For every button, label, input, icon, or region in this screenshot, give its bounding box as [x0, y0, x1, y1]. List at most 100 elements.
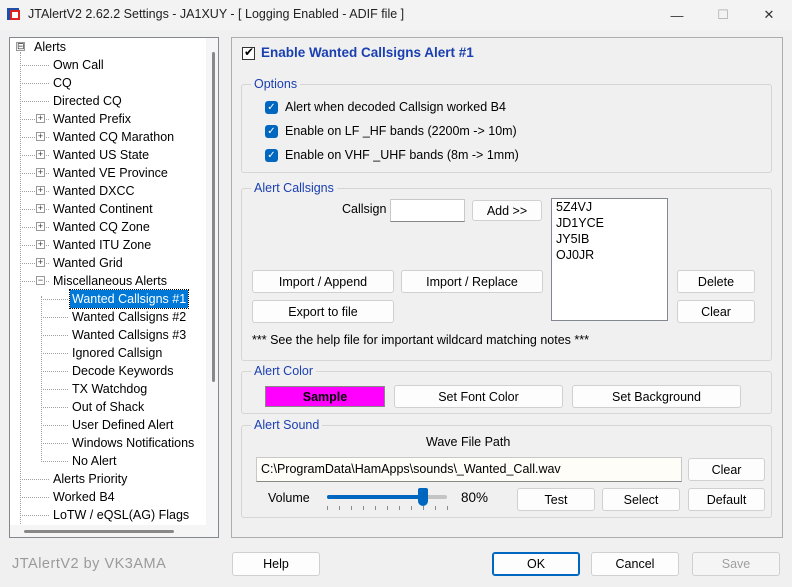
set-background-button[interactable]: Set Background: [572, 385, 741, 408]
tree-guide: [20, 515, 49, 516]
tree-guide: [41, 317, 68, 318]
tree-item[interactable]: CQ: [51, 74, 74, 92]
worked-b4-checkbox[interactable]: ✓: [265, 101, 278, 114]
minimize-button[interactable]: —: [654, 0, 700, 30]
settings-tree[interactable]: ⊟ Alerts Own Call CQ Directed CQ + Wanted Pref…: [9, 37, 219, 538]
tree-guide: [20, 83, 49, 84]
tree-item[interactable]: Own Call: [51, 56, 106, 74]
volume-label: Volume: [268, 491, 310, 505]
expand-icon[interactable]: +: [36, 222, 45, 231]
list-item[interactable]: 5Z4VJ: [552, 199, 667, 215]
volume-tick: [411, 506, 412, 510]
test-sound-button[interactable]: Test: [517, 488, 595, 511]
tree-item[interactable]: Wanted CQ Zone: [51, 218, 152, 236]
tree-vscrollbar[interactable]: [206, 38, 218, 537]
wildcard-note: *** See the help file for important wild…: [252, 333, 589, 347]
volume-tick: [375, 506, 376, 510]
tree-item[interactable]: No Alert: [70, 452, 118, 470]
wave-path-input[interactable]: C:\ProgramData\HamApps\sounds\_Wanted_Ca…: [256, 457, 682, 482]
list-item[interactable]: OJ0JR: [552, 247, 667, 263]
tree-item[interactable]: Wanted Continent: [51, 200, 155, 218]
tree-item[interactable]: Wanted ITU Zone: [51, 236, 153, 254]
tree-item[interactable]: Wanted Callsigns #1: [68, 289, 190, 309]
tree-vscroll-thumb[interactable]: [212, 52, 215, 382]
import-replace-button[interactable]: Import / Replace: [401, 270, 543, 293]
alert-color-title: Alert Color: [251, 364, 317, 378]
volume-slider[interactable]: [327, 488, 448, 512]
save-button[interactable]: Save: [692, 552, 780, 576]
collapse-icon[interactable]: ⊟: [16, 42, 25, 51]
tree-item[interactable]: Directed CQ: [51, 92, 124, 110]
volume-value: 80%: [461, 490, 489, 505]
app-icon: [7, 8, 20, 20]
expand-icon[interactable]: +: [36, 132, 45, 141]
tree-item[interactable]: Windows Notifications: [70, 434, 196, 452]
tree-item[interactable]: Wanted Grid: [51, 254, 125, 272]
window-title: JTAlertV2 2.62.2 Settings - JA1XUY - [ L…: [28, 7, 405, 21]
export-button[interactable]: Export to file: [252, 300, 394, 323]
tree-item[interactable]: Wanted DXCC: [51, 182, 137, 200]
tree-item[interactable]: User Defined Alert: [70, 416, 175, 434]
tree-item[interactable]: Wanted CQ Marathon: [51, 128, 176, 146]
maximize-button[interactable]: ☐: [700, 0, 746, 30]
default-sound-button[interactable]: Default: [688, 488, 765, 511]
tree-guide: [41, 389, 68, 390]
volume-tick: [423, 506, 424, 510]
list-item[interactable]: JY5IB: [552, 231, 667, 247]
help-button[interactable]: Help: [232, 552, 320, 576]
collapse-icon[interactable]: −: [36, 276, 45, 285]
lf-hf-checkbox[interactable]: ✓: [265, 125, 278, 138]
volume-tick: [339, 506, 340, 510]
set-font-color-button[interactable]: Set Font Color: [394, 385, 563, 408]
ok-button[interactable]: OK: [492, 552, 580, 576]
tree-item[interactable]: Worked B4: [51, 488, 117, 506]
expand-icon[interactable]: +: [36, 150, 45, 159]
tree-item[interactable]: Alerts Priority: [51, 470, 129, 488]
tree-hscroll-thumb[interactable]: [24, 530, 174, 533]
clear-list-button[interactable]: Clear: [677, 300, 755, 323]
tree-guide: [41, 296, 42, 462]
tree-item[interactable]: Wanted Callsigns #3: [70, 326, 188, 344]
tree-item[interactable]: Wanted VE Province: [51, 164, 170, 182]
expand-icon[interactable]: +: [36, 114, 45, 123]
tree-item[interactable]: Decode Keywords: [70, 362, 175, 380]
add-callsign-button[interactable]: Add >>: [472, 200, 542, 221]
expand-icon[interactable]: +: [36, 240, 45, 249]
vhf-uhf-checkbox[interactable]: ✓: [265, 149, 278, 162]
maximize-icon: ☐: [717, 7, 729, 22]
minimize-icon: —: [670, 7, 684, 23]
expand-icon[interactable]: +: [36, 204, 45, 213]
list-item[interactable]: JD1YCE: [552, 215, 667, 231]
clear-sound-button[interactable]: Clear: [688, 458, 765, 481]
delete-button[interactable]: Delete: [677, 270, 755, 293]
tree-item[interactable]: Wanted US State: [51, 146, 151, 164]
enable-alert-checkbox[interactable]: ✔: [242, 45, 255, 60]
select-sound-button[interactable]: Select: [602, 488, 680, 511]
expand-icon[interactable]: +: [36, 186, 45, 195]
tree-item[interactable]: Alerts: [32, 38, 68, 56]
tree-item[interactable]: LoTW / eQSL(AG) Flags: [51, 506, 191, 524]
volume-thumb[interactable]: [418, 488, 428, 506]
expand-icon[interactable]: +: [36, 168, 45, 177]
tree-item[interactable]: Out of Shack: [70, 398, 146, 416]
tree-guide: [41, 353, 68, 354]
import-append-button[interactable]: Import / Append: [252, 270, 394, 293]
expand-icon[interactable]: +: [36, 258, 45, 267]
cancel-button[interactable]: Cancel: [591, 552, 679, 576]
tree-item[interactable]: Ignored Callsign: [70, 344, 164, 362]
options-title: Options: [251, 77, 301, 91]
tree-item[interactable]: TX Watchdog: [70, 380, 149, 398]
callsign-label: Callsign: [342, 202, 387, 216]
close-button[interactable]: ✕: [746, 0, 792, 30]
close-icon: ✕: [763, 7, 775, 22]
callsign-list[interactable]: 5Z4VJ JD1YCE JY5IB OJ0JR: [551, 198, 668, 321]
tree-guide: [41, 299, 68, 300]
brand-label: JTAlertV2 by VK3AMA: [12, 556, 167, 572]
tree-item[interactable]: Miscellaneous Alerts: [51, 272, 169, 290]
tree-item[interactable]: Wanted Prefix: [51, 110, 133, 128]
tree-item[interactable]: Wanted Callsigns #2: [70, 308, 188, 326]
settings-panel: ✔ Enable Wanted Callsigns Alert #1 Optio…: [231, 37, 783, 538]
tree-hscrollbar[interactable]: [10, 525, 218, 537]
color-sample: Sample: [265, 386, 385, 407]
callsign-input[interactable]: [390, 199, 465, 222]
